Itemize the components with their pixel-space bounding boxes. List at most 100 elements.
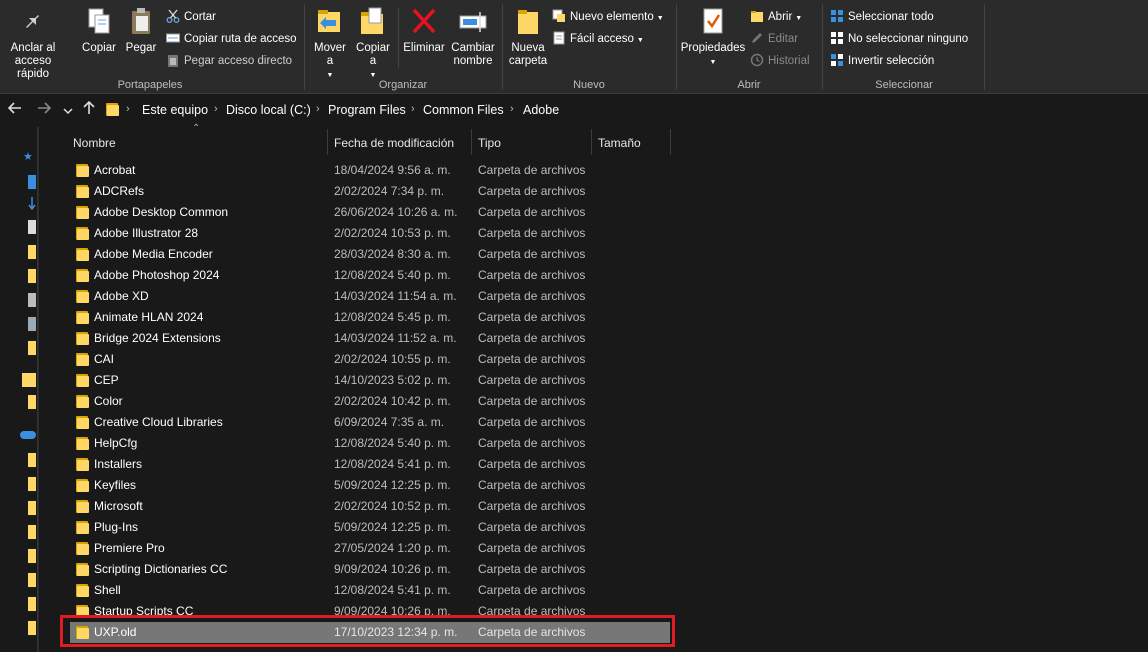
pin-label: Anclar al acceso rápido — [10, 42, 56, 80]
back-arrow-icon[interactable] — [7, 101, 22, 120]
column-divider[interactable] — [670, 129, 671, 155]
table-row[interactable]: Adobe Media Encoder 28/03/2024 8:30 a. m.… — [70, 244, 670, 265]
column-header-size[interactable]: Tamaño — [598, 130, 641, 156]
table-row[interactable]: Adobe Illustrator 28 2/02/2024 10:53 p. m… — [70, 223, 670, 244]
copy-to-button[interactable]: Copiar a ▼ — [354, 6, 392, 82]
onedrive-cloud-icon[interactable] — [20, 431, 36, 439]
file-list: ⌃ Nombre Fecha de modificación Tipo Tama… — [54, 123, 1148, 652]
file-name: Creative Cloud Libraries — [94, 415, 223, 429]
column-divider[interactable] — [327, 129, 328, 155]
group-label-select: Seleccionar — [875, 79, 933, 91]
folder-icon[interactable] — [28, 525, 36, 539]
table-row[interactable]: ADCRefs 2/02/2024 7:34 p. m. Carpeta de ar… — [70, 181, 670, 202]
table-row[interactable]: Adobe Photoshop 2024 12/08/2024 5:40 p. m… — [70, 265, 670, 286]
select-all-button[interactable]: Seleccionar todo — [830, 9, 934, 25]
copy-path-button[interactable]: Copiar ruta de acceso — [166, 31, 297, 47]
pin-quick-access-button[interactable]: Anclar al acceso rápido — [4, 6, 62, 81]
table-row[interactable]: Bridge 2024 Extensions 14/03/2024 11:52 a… — [70, 328, 670, 349]
table-row[interactable]: Color 2/02/2024 10:42 p. m. Carpeta de arc… — [70, 391, 670, 412]
column-divider[interactable] — [471, 129, 472, 155]
recent-locations-chevron-icon[interactable] — [63, 103, 73, 121]
ribbon: Anclar al acceso rápido Copiar Pegar Cor… — [0, 0, 1148, 94]
up-arrow-icon[interactable] — [82, 100, 96, 120]
rename-button[interactable]: Cambiar nombre — [448, 6, 498, 68]
properties-button[interactable]: Propiedades ▼ — [680, 6, 746, 69]
folder-icon[interactable] — [28, 269, 36, 283]
history-icon — [750, 53, 764, 67]
documents-icon[interactable] — [28, 220, 36, 234]
paste-icon — [129, 6, 153, 36]
copy-button[interactable]: Copiar — [80, 6, 118, 55]
folder-icon[interactable] — [28, 501, 36, 515]
folder-icon[interactable] — [28, 573, 36, 587]
table-row[interactable]: Keyfiles 5/09/2024 12:25 p. m. Carpeta de … — [70, 475, 670, 496]
paste-shortcut-button[interactable]: Pegar acceso directo — [166, 53, 292, 69]
folder-icon[interactable] — [28, 477, 36, 491]
breadcrumb-adobe[interactable]: Adobe — [523, 103, 559, 117]
recycle-bin-icon[interactable] — [28, 317, 36, 331]
select-none-button[interactable]: No seleccionar ninguno — [830, 31, 968, 47]
table-row[interactable]: HelpCfg 12/08/2024 5:40 p. m. Carpeta de a… — [70, 433, 670, 454]
history-button[interactable]: Historial — [750, 53, 810, 69]
table-row[interactable]: Premiere Pro 27/05/2024 1:20 p. m. Carpeta… — [70, 538, 670, 559]
pane-divider[interactable] — [38, 127, 39, 652]
table-row[interactable]: CAI 2/02/2024 10:55 p. m. Carpeta de archi… — [70, 349, 670, 370]
table-row[interactable]: Shell 12/08/2024 5:41 p. m. Carpeta de arc… — [70, 580, 670, 601]
table-row[interactable]: Adobe Desktop Common 26/06/2024 10:26 a. … — [70, 202, 670, 223]
folder-icon[interactable] — [28, 597, 36, 611]
navigation-pane[interactable]: ★ — [0, 127, 38, 652]
breadcrumb-program-files[interactable]: Program Files — [328, 103, 406, 117]
table-row[interactable]: Microsoft 2/02/2024 10:52 p. m. Carpeta de… — [70, 496, 670, 517]
quick-access-star-icon[interactable]: ★ — [23, 150, 33, 163]
folder-icon[interactable] — [28, 341, 36, 355]
table-row[interactable]: Plug-Ins 5/09/2024 12:25 p. m. Carpeta de … — [70, 517, 670, 538]
table-row[interactable]: Creative Cloud Libraries 6/09/2024 7:35 a… — [70, 412, 670, 433]
folder-icon[interactable] — [28, 245, 36, 259]
column-header-date[interactable]: Fecha de modificación — [334, 130, 454, 156]
file-date: 14/03/2024 11:54 a. m. — [334, 289, 457, 303]
file-name: ADCRefs — [94, 184, 145, 198]
column-header-name[interactable]: Nombre — [73, 130, 116, 156]
breadcrumb-common-files[interactable]: Common Files — [423, 103, 504, 117]
delete-button[interactable]: Eliminar — [402, 6, 446, 55]
folder-icon[interactable] — [28, 621, 36, 635]
table-row[interactable]: Animate HLAN 2024 12/08/2024 5:45 p. m. Ca… — [70, 307, 670, 328]
pictures-icon[interactable] — [28, 293, 36, 307]
copy-to-icon — [359, 6, 387, 36]
paste-button[interactable]: Pegar — [124, 6, 158, 55]
easy-access-button[interactable]: Fácil acceso ▼ — [552, 31, 644, 47]
cut-button[interactable]: Cortar — [166, 9, 216, 25]
select-all-icon — [830, 9, 844, 23]
file-date: 2/02/2024 10:52 p. m. — [334, 499, 451, 513]
file-date: 12/08/2024 5:41 p. m. — [334, 583, 451, 597]
desktop-icon[interactable] — [28, 175, 36, 189]
cut-label: Cortar — [184, 11, 216, 23]
table-row[interactable]: Adobe XD 14/03/2024 11:54 a. m. Carpeta de… — [70, 286, 670, 307]
file-date: 28/03/2024 8:30 a. m. — [334, 247, 451, 261]
table-row[interactable]: Acrobat 18/04/2024 9:56 a. m. Carpeta de a… — [70, 160, 670, 181]
chevron-down-icon: ▼ — [636, 37, 644, 44]
table-row[interactable]: Scripting Dictionaries CC 9/09/2024 10:26… — [70, 559, 670, 580]
breadcrumb-local-disk[interactable]: Disco local (C:) — [226, 103, 311, 117]
folder-icon[interactable] — [22, 373, 36, 387]
column-divider[interactable] — [591, 129, 592, 155]
breadcrumb-this-pc[interactable]: Este equipo — [142, 103, 208, 117]
file-type: Carpeta de archivos — [478, 184, 586, 198]
group-new: Nueva carpeta Nuevo elemento ▼ Fácil acce… — [504, 0, 674, 94]
column-header-type[interactable]: Tipo — [478, 130, 501, 156]
folder-icon — [106, 103, 120, 117]
folder-icon[interactable] — [28, 549, 36, 563]
folder-icon[interactable] — [28, 453, 36, 467]
folder-icon[interactable] — [28, 395, 36, 409]
address-bar[interactable]: › Este equipo › Disco local (C:) › Progr… — [102, 100, 1148, 122]
forward-arrow-icon[interactable] — [37, 101, 52, 120]
edit-button[interactable]: Editar — [750, 31, 798, 47]
table-row[interactable]: Installers 12/08/2024 5:41 p. m. Carpeta d… — [70, 454, 670, 475]
open-button[interactable]: Abrir ▼ — [750, 9, 802, 25]
new-item-button[interactable]: Nuevo elemento ▼ — [552, 9, 664, 25]
move-to-button[interactable]: Mover a ▼ — [312, 6, 348, 82]
download-icon[interactable] — [28, 197, 36, 211]
new-folder-button[interactable]: Nueva carpeta — [506, 6, 550, 68]
invert-selection-button[interactable]: Invertir selección — [830, 53, 934, 69]
table-row[interactable]: CEP 14/10/2023 5:02 p. m. Carpeta de archi… — [70, 370, 670, 391]
